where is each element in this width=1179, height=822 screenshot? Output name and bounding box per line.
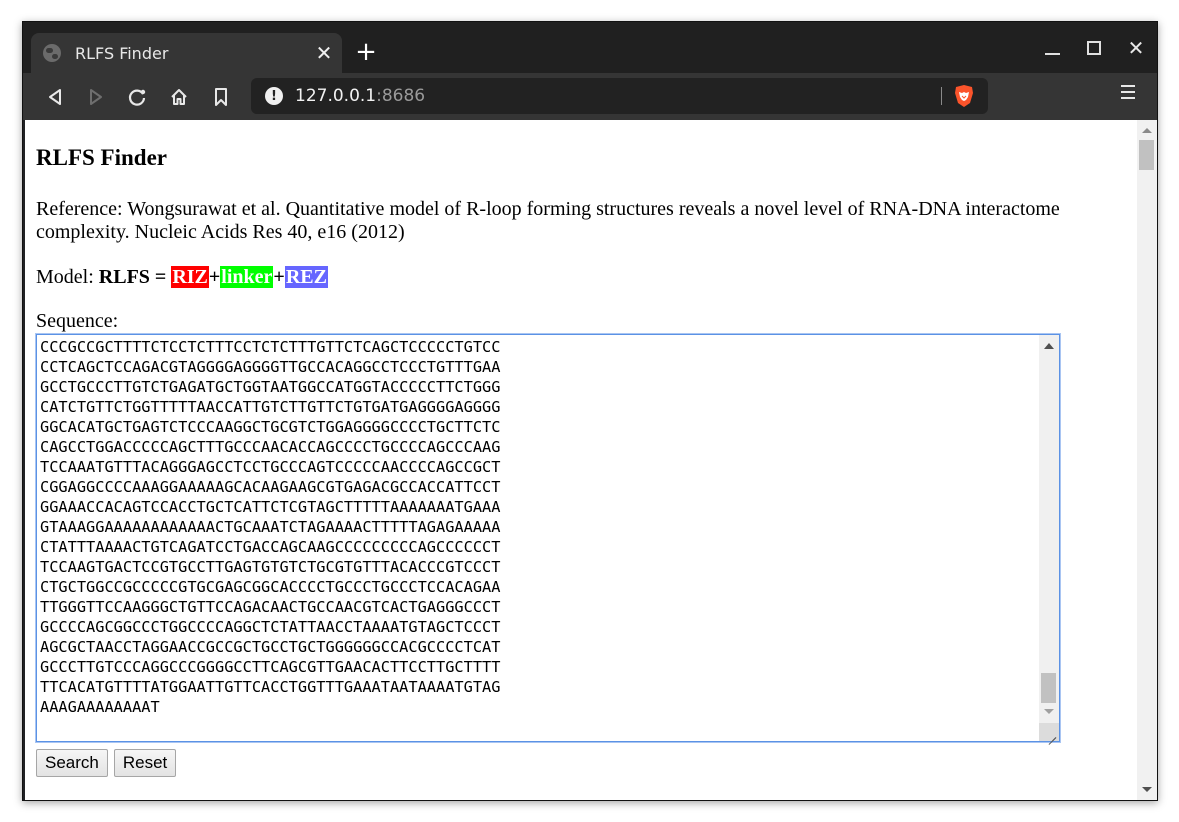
home-button[interactable]	[165, 83, 193, 111]
home-icon	[171, 89, 187, 105]
scroll-thumb[interactable]	[1139, 140, 1154, 170]
form-buttons: Search Reset	[36, 749, 177, 777]
sequence-label: Sequence:	[36, 310, 119, 332]
hamburger-menu-icon[interactable]	[1121, 85, 1135, 103]
reload-icon	[128, 89, 146, 106]
window-controls: ✕	[1031, 34, 1157, 62]
page-viewport: RLFS Finder Reference: Wongsurawat et al…	[25, 120, 1157, 800]
reset-button[interactable]: Reset	[113, 749, 177, 777]
address-bar[interactable]: ! 127.0.0.1:8686	[251, 78, 988, 114]
browser-toolbar: ! 127.0.0.1:8686	[23, 73, 1157, 120]
globe-icon	[43, 44, 61, 62]
bookmark-icon	[215, 88, 227, 106]
model-lhs: RLFS =	[98, 266, 167, 288]
omnibox-divider	[941, 87, 942, 105]
url-port: :8686	[376, 86, 426, 106]
sequence-field-frame	[35, 333, 1061, 743]
tab-title: RLFS Finder	[75, 43, 169, 63]
minimize-button[interactable]	[1031, 34, 1073, 62]
url-text[interactable]: 127.0.0.1:8686	[295, 86, 425, 106]
riz-label: RIZ	[171, 266, 209, 288]
forward-arrow-icon	[90, 89, 102, 105]
back-button[interactable]	[41, 83, 69, 111]
linker-label: linker	[220, 266, 274, 288]
scroll-down-icon[interactable]	[1142, 787, 1152, 792]
page-title: RLFS Finder	[36, 145, 167, 170]
close-window-button[interactable]: ✕	[1115, 34, 1157, 62]
plus-icon[interactable]: +	[353, 39, 379, 65]
scroll-thumb[interactable]	[1041, 673, 1056, 703]
back-arrow-icon	[49, 89, 61, 105]
page-scrollbar[interactable]	[1137, 120, 1157, 800]
rez-label: REZ	[284, 266, 328, 288]
model-prefix: Model:	[36, 266, 99, 288]
forward-button[interactable]	[82, 83, 110, 111]
reload-button[interactable]	[123, 83, 151, 111]
brave-lion-icon[interactable]	[952, 84, 976, 108]
browser-window: RLFS Finder ✕ + ✕ ! 127.0.0.1:8686 RLFS …	[22, 21, 1158, 801]
tab-rlfs-finder[interactable]: RLFS Finder ✕	[31, 33, 342, 73]
close-icon[interactable]: ✕	[312, 41, 336, 65]
sequence-input[interactable]	[37, 335, 1039, 741]
title-bar: RLFS Finder ✕ + ✕	[23, 22, 1157, 73]
minimize-icon	[1044, 53, 1060, 55]
info-icon[interactable]: !	[265, 87, 283, 105]
url-host: 127.0.0.1	[295, 86, 377, 106]
search-button[interactable]: Search	[36, 749, 108, 777]
close-icon: ✕	[1127, 36, 1145, 60]
scroll-down-icon[interactable]	[1044, 709, 1054, 714]
sequence-scrollbar[interactable]	[1039, 335, 1059, 741]
resize-handle-icon[interactable]	[1039, 723, 1059, 741]
maximize-icon	[1087, 41, 1101, 55]
reference-text: Reference: Wongsurawat et al. Quantitati…	[36, 198, 1060, 243]
scroll-up-icon[interactable]	[1044, 343, 1054, 349]
plus-sign: +	[208, 266, 221, 288]
maximize-button[interactable]	[1073, 34, 1115, 62]
model-formula: Model: RLFS = RIZ+linker+REZ	[36, 266, 328, 289]
scroll-up-icon[interactable]	[1142, 128, 1152, 133]
bookmark-button[interactable]	[207, 83, 235, 111]
plus-sign: +	[273, 266, 285, 288]
